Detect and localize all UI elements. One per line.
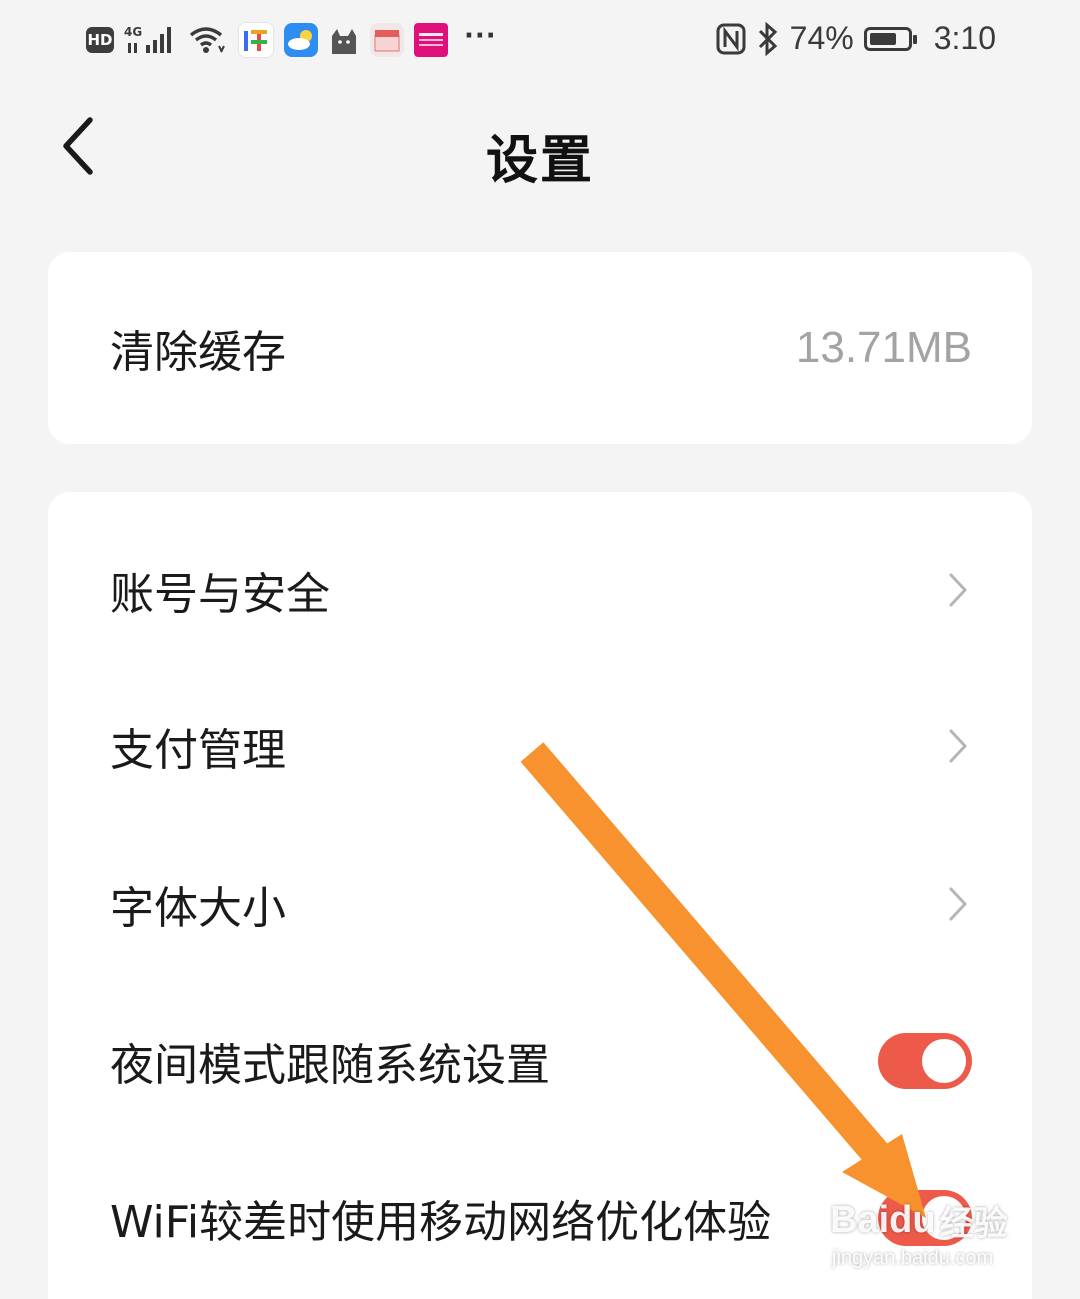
chevron-right-icon (949, 729, 967, 763)
nfc-icon (716, 23, 746, 54)
toggle-knob (922, 1196, 966, 1240)
vip-app-icon (414, 23, 448, 57)
wifi-icon (189, 27, 225, 53)
battery-percent: 74% (789, 20, 854, 56)
chevron-right-icon (949, 887, 967, 921)
settings-card: 账号与安全 支付管理 字体大小 夜间模式跟随系统设置 WiFi较差时使用移动网络… (48, 492, 1032, 1299)
network-type-label: 4G (124, 25, 142, 39)
hd-badge: HD (86, 27, 114, 53)
cache-card: 清除缓存 13.71MB (48, 252, 1032, 444)
page-title: 设置 (485, 131, 594, 191)
status-bar-right: 74% 3:10 (716, 20, 996, 57)
settings-item-font-size[interactable]: 字体大小 (48, 826, 1032, 982)
settings-item-account-security[interactable]: 账号与安全 (48, 512, 1032, 668)
battery-icon (863, 26, 917, 51)
wifi-optimize-toggle[interactable] (878, 1190, 972, 1246)
settings-screen: HD 4G ··· 74% 3:10 设置 清除缓存 13.71MB 账号与安全… (0, 0, 1080, 1299)
settings-item-label: 夜间模式跟随系统设置 (110, 1040, 550, 1091)
battery-fill (869, 32, 897, 45)
settings-item-label: WiFi较差时使用移动网络优化体验 (110, 1197, 772, 1248)
clear-cache-label: 清除缓存 (110, 327, 286, 378)
cat-app-icon (332, 29, 356, 54)
weather-app-icon (284, 23, 318, 57)
box-app-icon (370, 23, 404, 57)
chevron-right-icon (949, 573, 967, 607)
settings-item-label: 账号与安全 (110, 569, 330, 620)
status-bar: HD 4G ··· 74% 3:10 (0, 0, 1080, 84)
more-notifications-icon: ··· (464, 21, 497, 51)
status-bar-left: HD 4G ··· (86, 21, 497, 58)
night-mode-toggle[interactable] (878, 1033, 972, 1089)
toggle-knob (922, 1039, 966, 1083)
settings-item-payment[interactable]: 支付管理 (48, 668, 1032, 824)
cache-size-value: 13.71MB (795, 323, 972, 372)
signal-icon: 4G (124, 25, 171, 53)
jia-app-icon (238, 22, 274, 58)
settings-item-wifi-optimize: WiFi较差时使用移动网络优化体验 (48, 1140, 1032, 1296)
settings-item-label: 支付管理 (110, 725, 286, 776)
clock: 3:10 (933, 20, 996, 56)
settings-item-label: 字体大小 (110, 883, 286, 934)
clear-cache-row[interactable]: 清除缓存 13.71MB (48, 270, 1032, 426)
header: 设置 (0, 84, 1080, 224)
settings-item-night-mode: 夜间模式跟随系统设置 (48, 983, 1032, 1139)
bluetooth-icon (758, 21, 777, 56)
